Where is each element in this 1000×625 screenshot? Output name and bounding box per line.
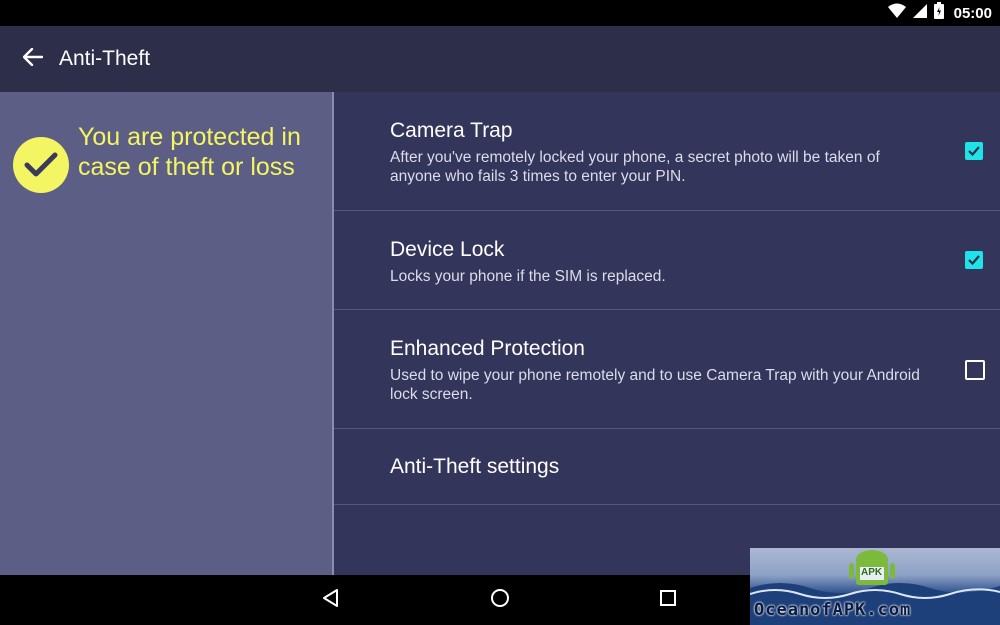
setting-title: Device Lock (390, 238, 505, 261)
page-title: Anti-Theft (59, 47, 151, 70)
back-triangle-icon (321, 588, 341, 613)
setting-title: Camera Trap (390, 119, 513, 142)
setting-description: Locks your phone if the SIM is replaced. (390, 268, 666, 285)
settings-list: Camera Trap After you've remotely locked… (334, 92, 1000, 575)
setting-row-anti-theft-settings[interactable]: Anti-Theft settings (334, 429, 1000, 505)
arrow-left-icon (22, 47, 44, 71)
watermark-text: OceanofAPK.com (754, 600, 912, 620)
check-circle-icon (13, 137, 69, 193)
nav-recents-button[interactable] (643, 575, 693, 625)
signal-icon (912, 3, 928, 24)
nav-home-button[interactable] (475, 575, 525, 625)
nav-back-button[interactable] (306, 575, 356, 625)
setting-title: Enhanced Protection (390, 337, 585, 360)
back-button[interactable] (0, 26, 66, 92)
status-time: 05:00 (953, 4, 992, 22)
watermark-logo: APK OceanofAPK.com (750, 548, 1000, 625)
status-bar: 05:00 (0, 0, 1000, 26)
setting-row-camera-trap[interactable]: Camera Trap After you've remotely locked… (334, 92, 1000, 211)
camera-trap-checkbox[interactable] (965, 142, 983, 160)
apk-badge: APK (861, 567, 883, 578)
recents-square-icon (659, 589, 677, 612)
app-bar: Anti-Theft (0, 26, 1000, 92)
enhanced-protection-checkbox[interactable] (965, 360, 985, 380)
battery-icon (933, 2, 944, 24)
setting-description: Used to wipe your phone remotely and to … (390, 367, 920, 403)
setting-row-device-lock[interactable]: Device Lock Locks your phone if the SIM … (334, 211, 1000, 310)
device-lock-checkbox[interactable] (965, 251, 983, 269)
wifi-icon (887, 3, 906, 24)
setting-row-enhanced-protection[interactable]: Enhanced Protection Used to wipe your ph… (334, 310, 1000, 429)
setting-title: Anti-Theft settings (390, 455, 560, 478)
setting-description: After you've remotely locked your phone,… (390, 149, 880, 185)
protection-status-text: You are protected in case of theft or lo… (78, 123, 301, 181)
home-circle-icon (490, 588, 510, 613)
